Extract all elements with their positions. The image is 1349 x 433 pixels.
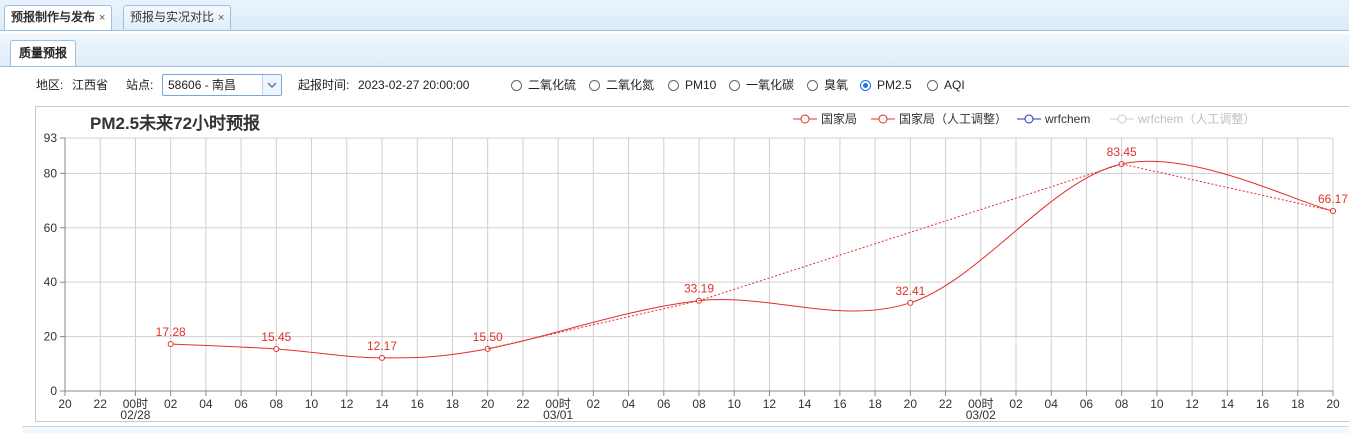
tab-quality-forecast[interactable]: 质量预报: [10, 40, 77, 66]
inner-tab-bar: 质量预报: [0, 34, 1349, 67]
radio-dot[interactable]: [729, 80, 740, 91]
station-select[interactable]: 58606 - 南昌: [162, 74, 282, 96]
radio-o3[interactable]: 臭氧: [807, 74, 848, 96]
tab-forecast-publish[interactable]: 预报制作与发布 ×: [4, 5, 113, 30]
filter-toolbar: 地区: 江西省 站点: 58606 - 南昌 起报时间: 2023-02-27 …: [0, 74, 1349, 98]
region-value: 江西省: [72, 78, 109, 92]
radio-pm25-label: PM2.5: [877, 78, 912, 92]
chevron-down-icon[interactable]: [262, 75, 281, 95]
outer-tab-bar: 预报制作与发布 × 预报与实况对比 ×: [0, 0, 1349, 31]
radio-o3-label: 臭氧: [824, 78, 849, 92]
chart-panel: [35, 106, 1349, 422]
radio-aqi-label: AQI: [944, 78, 965, 92]
radio-dot-selected[interactable]: [860, 80, 871, 91]
radio-dot[interactable]: [668, 80, 679, 91]
region-label: 地区:: [36, 78, 64, 92]
radio-no2-label: 二氧化氮: [606, 78, 655, 92]
station-label: 站点:: [126, 78, 154, 92]
radio-so2-label: 二氧化硫: [528, 78, 577, 92]
issue-time-label: 起报时间:: [298, 78, 350, 92]
radio-dot[interactable]: [807, 80, 818, 91]
issue-time-value: 2023-02-27 20:00:00: [358, 78, 470, 92]
radio-pm10-label: PM10: [685, 78, 717, 92]
radio-pm10[interactable]: PM10: [668, 74, 716, 96]
tab-forecast-vs-actual-label: 预报与实况对比: [130, 10, 215, 24]
radio-dot[interactable]: [589, 80, 600, 91]
close-icon[interactable]: ×: [218, 12, 224, 24]
radio-co[interactable]: 一氧化碳: [729, 74, 794, 96]
tab-forecast-publish-label: 预报制作与发布: [11, 10, 96, 24]
radio-dot[interactable]: [927, 80, 938, 91]
close-icon[interactable]: ×: [99, 12, 105, 24]
radio-co-label: 一氧化碳: [746, 78, 795, 92]
radio-pm25[interactable]: PM2.5: [860, 74, 912, 96]
radio-so2[interactable]: 二氧化硫: [511, 74, 576, 96]
tab-forecast-vs-actual[interactable]: 预报与实况对比 ×: [123, 5, 232, 29]
radio-no2[interactable]: 二氧化氮: [589, 74, 654, 96]
radio-aqi[interactable]: AQI: [927, 74, 965, 96]
station-select-value: 58606 - 南昌: [168, 78, 237, 92]
radio-dot[interactable]: [511, 80, 522, 91]
